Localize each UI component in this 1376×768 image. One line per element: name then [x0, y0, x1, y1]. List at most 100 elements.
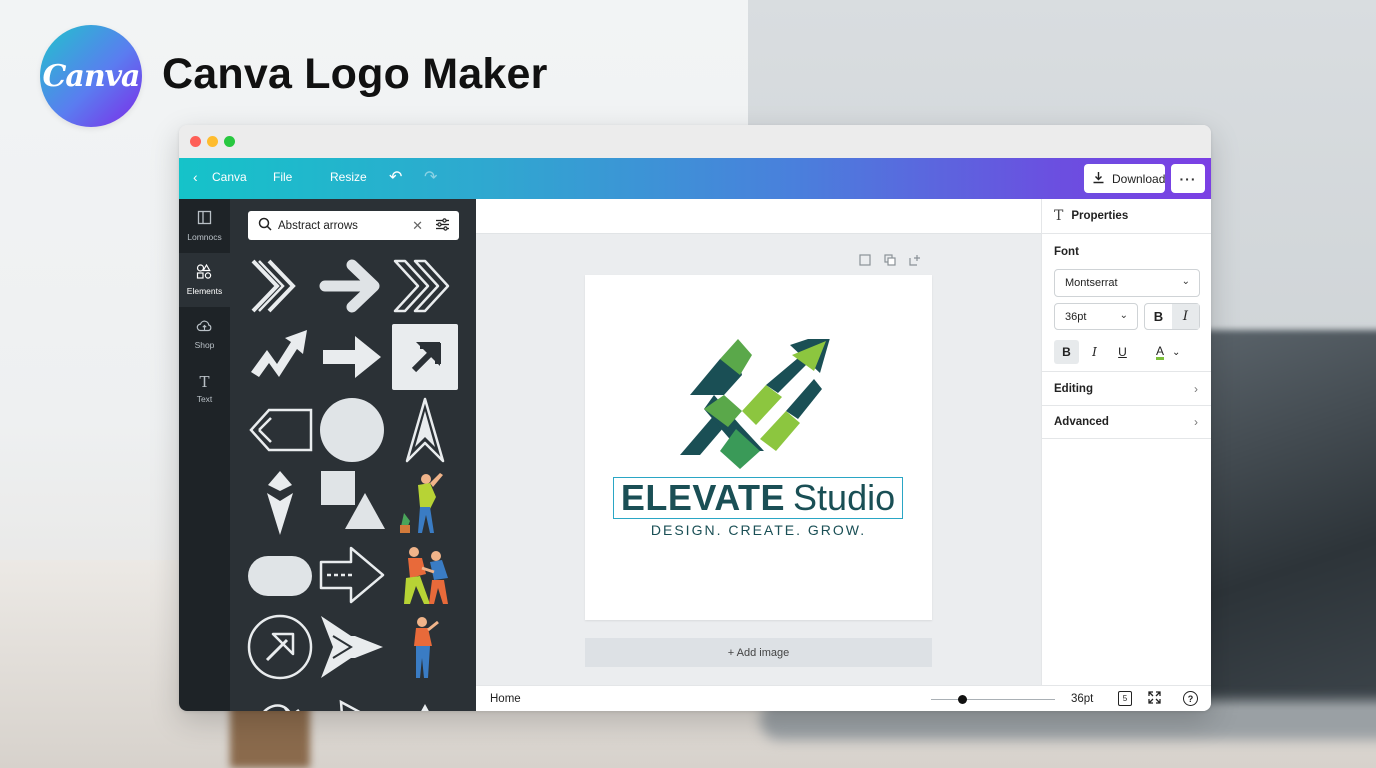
rounded-pill-icon[interactable]: [247, 542, 313, 608]
chevron-right-icon: ›: [1194, 415, 1198, 429]
logo-name-textbox[interactable]: ELEVATE Studio: [613, 477, 903, 519]
elements-panel: Abstract arrows ✕: [230, 199, 476, 711]
italic-toggle[interactable]: I: [1172, 304, 1199, 329]
zoom-slider-handle[interactable]: [957, 695, 967, 704]
rail-item-layouts[interactable]: Lomnocs: [179, 199, 230, 253]
rail-item-shop[interactable]: Shop: [179, 308, 230, 362]
window-titlebar: [179, 125, 1211, 158]
app-window: ‹ Canva File Resize ↶ ↷ Download ··· Lom…: [179, 125, 1211, 711]
clear-search-icon[interactable]: ✕: [412, 218, 423, 234]
shapes-icon: [196, 263, 213, 283]
design-page[interactable]: ELEVATE Studio DESIGN. CREATE. GROW.: [585, 275, 932, 620]
text-icon: T: [1054, 208, 1064, 224]
circle-shape-icon[interactable]: [319, 397, 385, 463]
double-arrowhead-down-icon[interactable]: [247, 469, 313, 535]
chevron-down-icon: ⌄: [1119, 310, 1128, 321]
filter-icon[interactable]: [435, 217, 450, 234]
chevron-down-icon: ⌄: [1172, 346, 1181, 358]
font-family-value: Montserrat: [1065, 277, 1118, 289]
font-size-value: 36pt: [1065, 310, 1087, 323]
layout-icon: [197, 210, 212, 229]
add-page-icon[interactable]: [909, 254, 921, 269]
minimize-window-button[interactable]: [207, 136, 218, 147]
properties-panel: T Properties Font Montserrat ⌄ 36pt ⌄ B …: [1041, 199, 1211, 685]
person-illustration-icon[interactable]: [392, 614, 458, 680]
home-link[interactable]: Canva: [212, 170, 247, 184]
people-illustration-icon[interactable]: [392, 542, 458, 608]
page-tools: [859, 254, 921, 269]
font-label: Font: [1054, 246, 1079, 258]
page-select-icon[interactable]: [859, 254, 871, 269]
chevron-down-icon: ⌄: [1181, 276, 1190, 287]
canva-logo: Canva: [40, 25, 142, 127]
advanced-section[interactable]: Advanced ›: [1042, 405, 1211, 439]
format-row: B I U A ⌄: [1054, 340, 1200, 364]
font-size-select[interactable]: 36pt ⌄: [1054, 303, 1138, 330]
chevron-left-icon[interactable]: ‹: [193, 169, 198, 185]
dashed-arrow-right-icon[interactable]: [319, 542, 385, 608]
circle-arrow-icon[interactable]: [247, 614, 313, 680]
square-triangle-icon[interactable]: [319, 469, 385, 535]
person-illustration-icon[interactable]: [392, 469, 458, 535]
file-menu[interactable]: File: [273, 170, 292, 184]
arrowhead-up-icon[interactable]: [392, 397, 458, 463]
search-icon: [258, 217, 272, 234]
page-title: Canva Logo Maker: [162, 50, 548, 98]
bold-button[interactable]: B: [1054, 340, 1079, 364]
cloud-icon: [196, 319, 213, 337]
cursor-arrow-icon[interactable]: [319, 686, 385, 711]
zoom-slider-track[interactable]: [931, 699, 1055, 700]
properties-title: Properties: [1071, 210, 1129, 222]
zoom-value: 36pt: [1071, 693, 1094, 705]
triangle-shape-icon[interactable]: [392, 686, 458, 711]
download-icon: [1092, 171, 1105, 187]
duplicate-page-icon[interactable]: [884, 254, 896, 269]
properties-header: T Properties: [1042, 199, 1211, 234]
triple-chevron-outline-icon[interactable]: [392, 253, 458, 319]
search-box[interactable]: Abstract arrows ✕: [248, 211, 459, 240]
arrow-right-rounded-icon[interactable]: [319, 253, 385, 319]
chevron-right-icon: ›: [1194, 381, 1198, 396]
resize-button[interactable]: Resize: [330, 170, 367, 184]
add-image-button[interactable]: + Add image: [585, 638, 932, 667]
bold-toggle[interactable]: B: [1145, 304, 1172, 329]
rail-item-elements[interactable]: Elements: [179, 253, 230, 307]
elevate-logo-mark[interactable]: [680, 331, 840, 475]
help-icon[interactable]: ?: [1183, 691, 1198, 706]
logo-tagline[interactable]: DESIGN. CREATE. GROW.: [585, 522, 932, 538]
rail-item-label: Shop: [194, 340, 215, 350]
fullscreen-icon[interactable]: [1148, 691, 1161, 707]
redo-icon[interactable]: ↷: [424, 167, 437, 187]
italic-button[interactable]: I: [1082, 340, 1107, 364]
home-tab[interactable]: Home: [490, 693, 521, 705]
pages-icon[interactable]: 5: [1118, 691, 1132, 706]
maximize-window-button[interactable]: [224, 136, 235, 147]
diagonal-arrow-square-icon[interactable]: [392, 324, 458, 390]
swirl-arrow-icon[interactable]: [247, 686, 313, 711]
more-options-icon[interactable]: ···: [1171, 164, 1205, 193]
arrow-right-block-icon[interactable]: [319, 324, 385, 390]
logo-name-light: Studio: [793, 477, 896, 518]
rail-item-label: Text: [196, 394, 213, 404]
rail-item-text[interactable]: T Text: [179, 362, 230, 416]
text-icon: T: [199, 373, 210, 391]
text-color-button[interactable]: A ⌄: [1156, 345, 1180, 360]
underline-button[interactable]: U: [1110, 340, 1135, 364]
undo-icon[interactable]: ↶: [389, 167, 402, 187]
rail-item-label: Elements: [186, 286, 223, 296]
close-window-button[interactable]: [190, 136, 201, 147]
logo-name-bold: ELEVATE: [620, 477, 786, 518]
zigzag-arrow-icon[interactable]: [247, 324, 313, 390]
outline-arrow-left-icon[interactable]: [247, 397, 313, 463]
rail-item-label: Lomnocs: [187, 232, 222, 242]
chevron-arrow-right-icon[interactable]: [319, 614, 385, 680]
download-button[interactable]: Download: [1084, 164, 1165, 193]
font-style-group: B I: [1144, 303, 1200, 330]
double-chevron-right-icon[interactable]: [247, 253, 313, 319]
text-color-icon: A: [1156, 343, 1165, 360]
font-family-select[interactable]: Montserrat ⌄: [1054, 269, 1200, 297]
editing-section[interactable]: Editing ›: [1042, 371, 1211, 405]
editor-toolbar: ‹ Canva File Resize ↶ ↷ Download ···: [179, 158, 1211, 199]
advanced-label: Advanced: [1054, 416, 1109, 428]
search-input[interactable]: Abstract arrows: [278, 220, 412, 232]
